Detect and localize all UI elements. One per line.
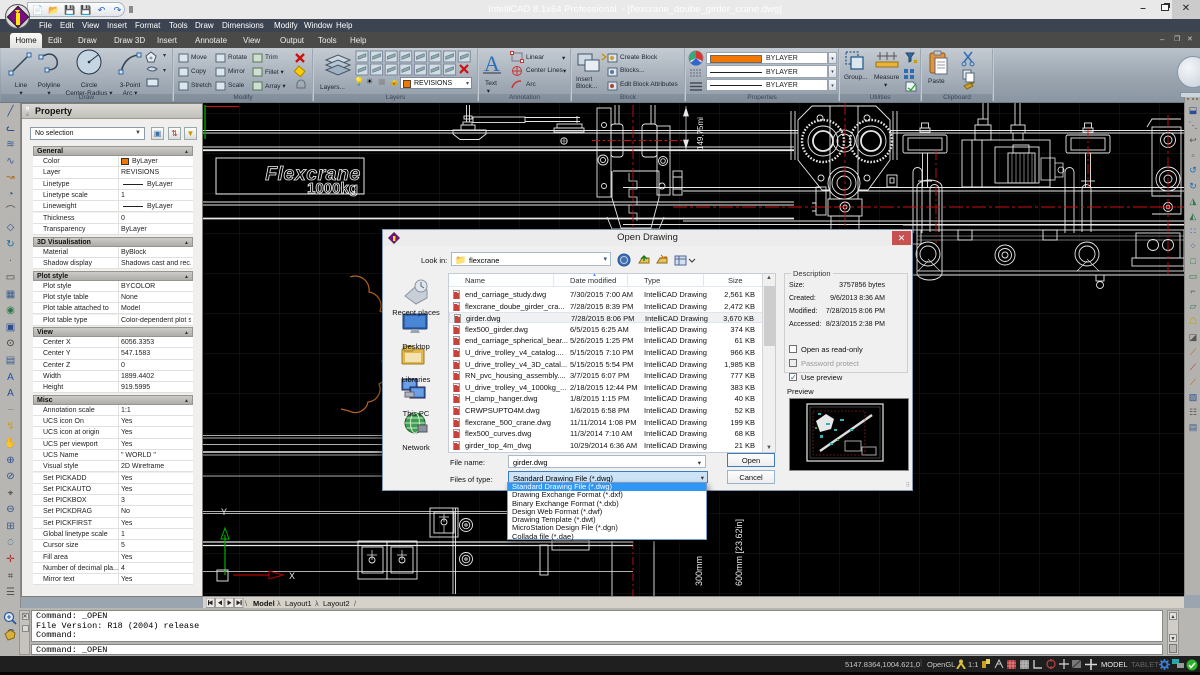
svg-text:149,75mi: 149,75mi (696, 117, 705, 150)
svg-text:▾: ▾ (163, 53, 166, 59)
svg-text:X: X (289, 571, 295, 581)
svg-text:A: A (484, 51, 500, 76)
svg-text:300mm: 300mm (694, 556, 704, 586)
svg-text:▾: ▾ (163, 68, 166, 74)
svg-text:Y: Y (221, 507, 227, 517)
svg-text:600mm [23.62in]: 600mm [23.62in] (734, 519, 744, 586)
svg-text:1000kg: 1000kg (307, 180, 358, 197)
